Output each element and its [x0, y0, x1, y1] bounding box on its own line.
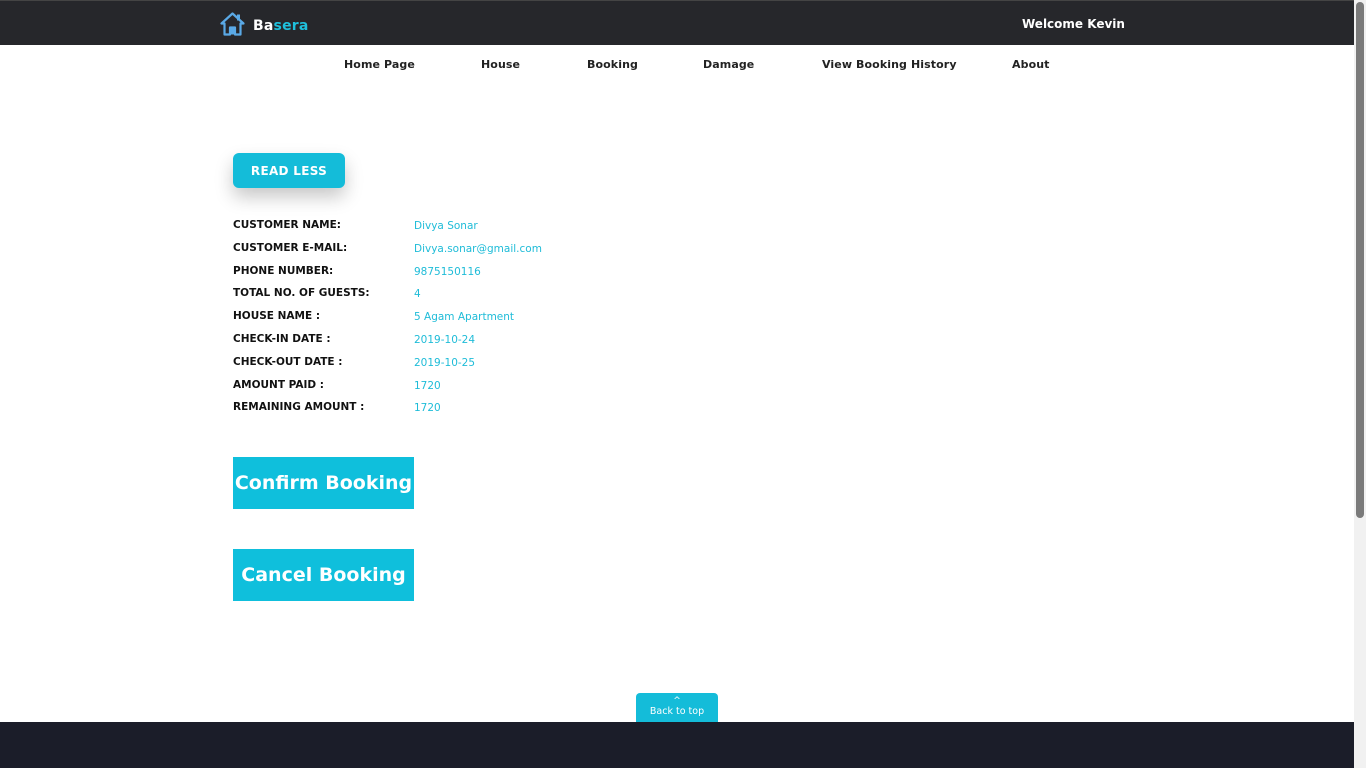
back-to-top-label: Back to top: [649, 706, 705, 717]
check-in-date-label: CHECK-IN DATE :: [233, 332, 331, 345]
nav-about[interactable]: About: [1012, 58, 1050, 71]
total-guests-label: TOTAL NO. OF GUESTS:: [233, 287, 370, 300]
total-guests-value: 4: [414, 288, 421, 301]
amount-paid-label: AMOUNT PAID :: [233, 378, 324, 391]
nav-damage[interactable]: Damage: [703, 58, 754, 71]
nav-booking[interactable]: Booking: [587, 58, 638, 71]
top-navbar: Basera Welcome Kevin: [0, 0, 1354, 45]
remaining-amount-value: 1720: [414, 402, 441, 415]
back-to-top-button[interactable]: ^ Back to top: [636, 693, 718, 723]
brand-logo[interactable]: Basera: [220, 12, 309, 40]
check-in-date-value: 2019-10-24: [414, 333, 476, 346]
page-scrollbar[interactable]: [1354, 0, 1366, 768]
customer-name-label: CUSTOMER NAME:: [233, 219, 341, 231]
check-out-date-label: CHECK-OUT DATE :: [233, 355, 343, 368]
check-out-date-value: 2019-10-25: [414, 356, 476, 369]
house-icon: [220, 12, 245, 40]
nav-view-booking-history[interactable]: View Booking History: [822, 58, 957, 71]
amount-paid-value: 1720: [414, 379, 441, 392]
phone-number-label: PHONE NUMBER:: [233, 264, 334, 277]
nav-house[interactable]: House: [481, 58, 520, 71]
read-less-button[interactable]: READ LESS: [233, 153, 345, 188]
scrollbar-thumb[interactable]: [1356, 2, 1364, 518]
nav-home-page[interactable]: Home Page: [344, 58, 415, 71]
remaining-amount-label: REMAINING AMOUNT :: [233, 401, 365, 414]
main-nav: Home Page House Booking Damage View Book…: [0, 58, 1354, 74]
brand-name-prefix: Ba: [253, 18, 274, 34]
customer-email-value: Divya.sonar@gmail.com: [414, 242, 542, 255]
brand-name: Basera: [253, 18, 309, 34]
welcome-user: Welcome Kevin: [1022, 17, 1125, 31]
brand-name-suffix: sera: [273, 18, 309, 34]
customer-email-label: CUSTOMER E-MAIL:: [233, 241, 348, 254]
house-name-value: 5 Agam Apartment: [414, 311, 515, 324]
confirm-booking-button[interactable]: Confirm Booking: [233, 457, 414, 509]
phone-number-value: 9875150116: [414, 265, 481, 278]
house-name-label: HOUSE NAME :: [233, 310, 321, 323]
footer: [0, 722, 1354, 768]
customer-name-value: Divya Sonar: [414, 220, 478, 232]
cancel-booking-button[interactable]: Cancel Booking: [233, 549, 414, 601]
chevron-up-icon: ^: [673, 696, 681, 706]
